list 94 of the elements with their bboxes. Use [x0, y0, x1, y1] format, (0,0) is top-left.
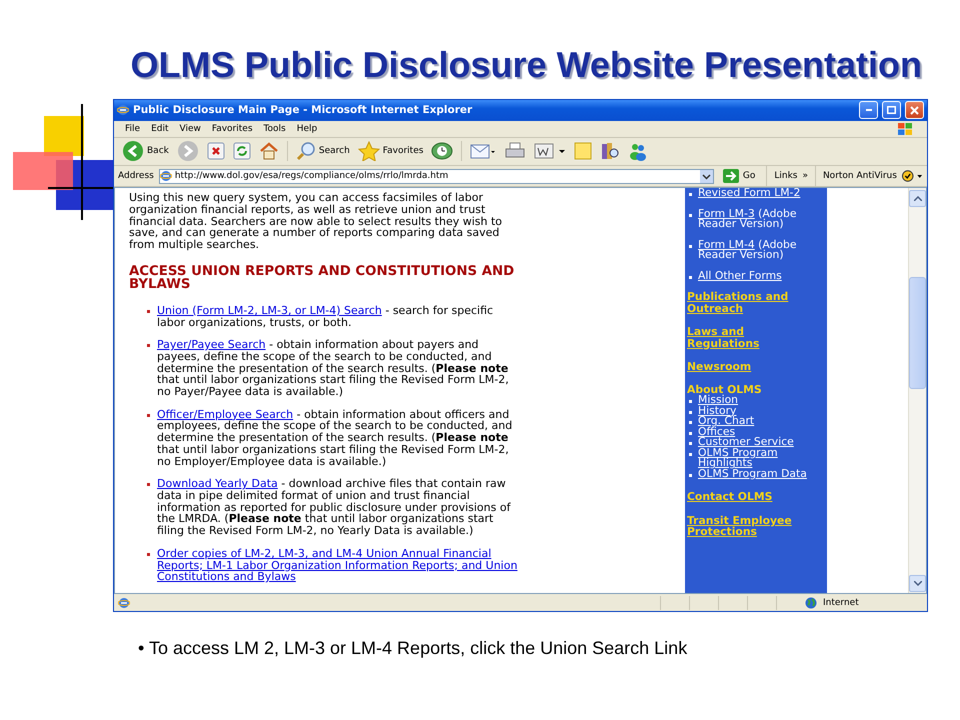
menu-item[interactable]: File [120, 124, 146, 134]
report-link[interactable]: Order copies of LM-2, LM-3, and LM-4 Union Annual Financial Reports; LM-1 Labor Organization Information Reports; and Union Constitutions and Bylaws [157, 548, 521, 583]
menu-item[interactable]: Help [292, 124, 324, 134]
sticky-note-icon [574, 142, 592, 160]
sidebar-section-link[interactable]: Publications and Outreach [687, 291, 802, 314]
report-link[interactable]: Union (Form LM-2, LM-3, or LM-4) Search [157, 304, 382, 317]
form-entry: Form LM-4 (Adobe Reader Version) [698, 240, 798, 261]
menu-item[interactable]: Edit [146, 124, 174, 134]
toolbar-button[interactable] [204, 142, 227, 160]
menu-item[interactable]: Favorites [206, 124, 259, 134]
section-heading: ACCESS UNION REPORTS AND CONSTITUTIONS AND BYLAWS [129, 264, 516, 291]
maximize-icon [887, 106, 896, 114]
sidebar-link[interactable]: Org. Chart [698, 416, 754, 427]
sidebar-section-link[interactable]: Transit Employee Protections [687, 514, 802, 538]
clock-icon [431, 141, 454, 162]
close-button[interactable] [905, 101, 924, 120]
globe-icon [805, 596, 817, 609]
scroll-thumb[interactable] [909, 277, 926, 390]
menu-item[interactable]: View [174, 124, 207, 134]
house-icon [258, 142, 279, 160]
shield-icon [902, 170, 923, 182]
bullet-icon [147, 310, 150, 313]
form-link[interactable]: Revised Form LM-2 [698, 188, 800, 199]
link-description: Officer/Employee Search - obtain information about officers and employees, define the scope of the search to be conducted, and determine the presentation of the search results. (Please note that until labor organizations start filing the Revised Form LM-2, no Employer/Employee data is available.) [157, 408, 514, 468]
bullet-icon [689, 432, 692, 435]
sidebar-link[interactable]: Customer Service [698, 437, 794, 448]
minimize-icon [866, 109, 872, 112]
menu-item[interactable]: Tools [258, 124, 292, 134]
maximize-button[interactable] [882, 101, 901, 120]
bullet-icon [147, 552, 150, 556]
scroll-bar[interactable] [908, 188, 926, 594]
page-icon [118, 596, 130, 609]
sidebar-section-link[interactable]: Contact OLMS [687, 491, 802, 503]
document-icon [534, 142, 566, 160]
zone-label: Internet [823, 598, 860, 608]
sidebar-section-link[interactable]: Newsroom [687, 361, 802, 373]
sidebar-heading: About OLMS [687, 384, 763, 396]
sidebar-link[interactable]: OLMS Program Highlights [698, 448, 827, 469]
address-label: Address [118, 171, 154, 182]
close-icon [910, 106, 919, 115]
sidebar-link[interactable]: OLMS Program Data [698, 468, 807, 480]
envelope-icon [470, 142, 496, 160]
report-link[interactable]: Officer/Employee Search [157, 408, 294, 421]
search-button[interactable]: Search [294, 141, 352, 162]
people-icon [628, 141, 648, 162]
minimize-button[interactable] [859, 101, 878, 120]
sidebar-link[interactable]: Mission [698, 395, 738, 406]
bullet-icon [689, 452, 692, 456]
scroll-up-icon[interactable] [909, 190, 926, 208]
go-button[interactable]: Go [718, 169, 760, 184]
star-icon [358, 141, 380, 162]
bullet-icon [689, 421, 692, 424]
intro-paragraph: Using this new query system, you can access facsimiles of labor organization financial reports, as well as retrieve union and trust financial data. Searchers are now able to select results they wish to save, and can generate a number of reports comparing data saved from multiple searches. [129, 192, 504, 251]
link-description: Union (Form LM-2, LM-3, or LM-4) Search - search for specific labor organizations, trusts, or both. [157, 304, 494, 328]
sidebar-link[interactable]: History [698, 406, 736, 416]
favorites-button[interactable]: Favorites [356, 141, 426, 162]
books-icon [600, 141, 620, 162]
bullet-icon [689, 244, 692, 248]
link-description: Download Yearly Data - download archive files that contain raw data in pipe delimited format of union and trust financial information as reported for public disclosure under provisions of the LMRDA. (Please note that until labor organizations start filing the Revised Form LM-2, no Yearly Data is available.) [157, 478, 512, 537]
bullet-icon [689, 193, 692, 196]
toolbar-button[interactable] [429, 141, 456, 162]
back-button[interactable]: Back [120, 140, 171, 162]
bullet-icon [689, 442, 692, 446]
sidebar-section-link[interactable]: Laws and Regulations [687, 326, 802, 350]
report-link[interactable]: Download Yearly Data [157, 477, 278, 490]
ie-logo-icon [117, 104, 129, 116]
refresh-icon [232, 142, 251, 160]
bullet-icon [689, 214, 692, 217]
stop-icon [206, 142, 225, 160]
page-icon [160, 170, 172, 182]
bullet-icon [147, 483, 150, 486]
windows-logo-icon [897, 122, 913, 136]
form-entry: Form LM-3 (Adobe Reader Version) [698, 208, 798, 230]
more-chevron[interactable]: » [802, 171, 808, 182]
bullet-icon [689, 474, 692, 477]
window-title: Public Disclosure Main Page - Microsoft Internet Explorer [133, 104, 474, 116]
links-label[interactable]: Links [774, 171, 798, 182]
bullet-icon [147, 414, 150, 417]
form-link[interactable]: All Other Forms [698, 270, 782, 282]
printer-icon [504, 142, 526, 160]
bullet-note: • To access LM 2, LM-3 or LM-4 Reports, click the Union Search Link [138, 638, 688, 659]
search-icon [296, 141, 316, 162]
link-description: Payer/Payee Search - obtain information about payers and payees, define the scope of the search to be conducted, and determine the presentation of the search results. (Please note that until labor organizations start filing the Revised Form LM-2, no Payer/Payee data is available.) [157, 339, 510, 398]
slide-title: OLMS Public Disclosure Website Presentation [130, 44, 922, 86]
norton-antivirus-label[interactable]: Norton AntiVirus [822, 171, 897, 182]
scroll-down-icon[interactable] [909, 574, 926, 592]
bullet-icon [689, 410, 692, 414]
bullet-icon [147, 344, 150, 348]
bullet-icon [689, 400, 692, 404]
report-link[interactable]: Payer/Payee Search [157, 338, 266, 352]
arrow-right-icon [722, 169, 739, 184]
sidebar-link[interactable]: Offices [698, 426, 736, 438]
address-field[interactable]: http://www.dol.gov/esa/regs/compliance/olms/rrlo/lmrda.htm [158, 168, 714, 184]
bullet-icon [689, 276, 692, 279]
